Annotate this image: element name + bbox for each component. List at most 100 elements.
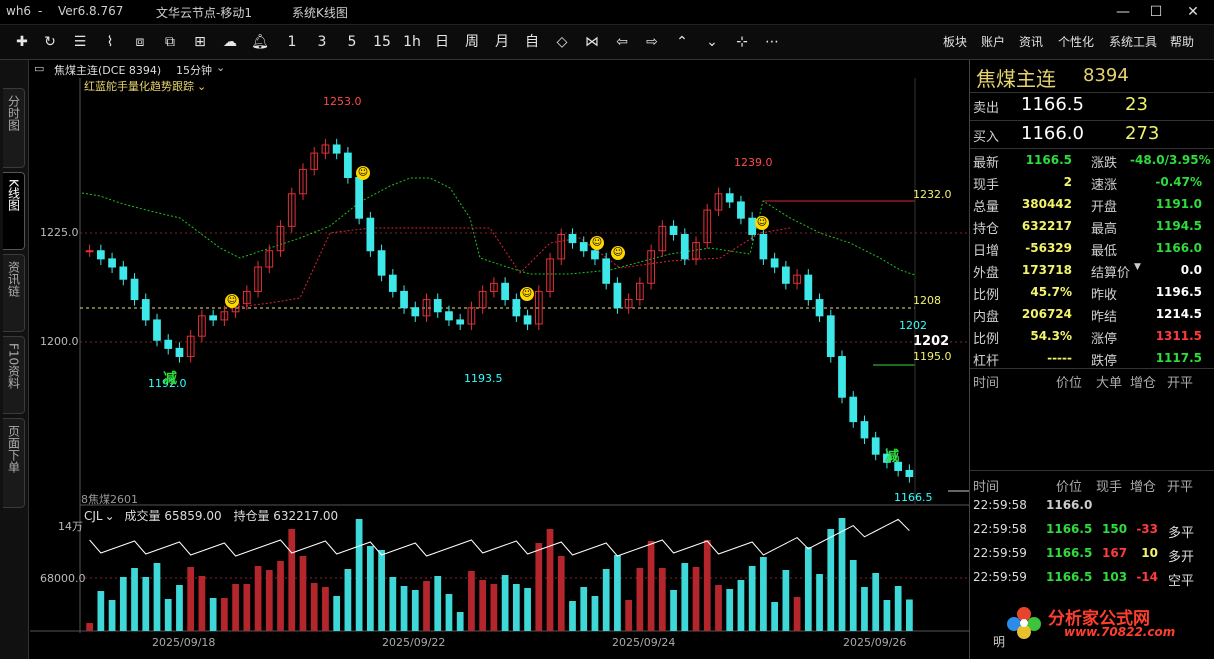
up-chevron-icon[interactable]: ⌃ — [672, 32, 692, 52]
candle — [512, 299, 521, 317]
contract-menu-icon[interactable]: ▭ — [34, 62, 44, 75]
volume-bar — [232, 584, 239, 631]
tick-header-label: 现手 — [1096, 480, 1123, 495]
volume-bar — [670, 590, 677, 631]
candle — [141, 299, 150, 321]
volume-bar — [265, 570, 273, 631]
period-3[interactable]: 3 — [312, 32, 332, 52]
candle — [85, 250, 94, 253]
bell-icon[interactable]: 🔔︎ — [250, 32, 270, 52]
zoom-in-icon[interactable]: ◇ — [552, 32, 572, 52]
tick-header-label: 增仓 — [1130, 376, 1157, 391]
period-day[interactable]: 日 — [432, 32, 452, 52]
volume-bar — [625, 600, 633, 631]
tab-order[interactable]: 页面下单 — [3, 418, 25, 508]
maximize-button[interactable]: ☐ — [1141, 2, 1171, 22]
sell-signal-mark-2: 减 — [885, 449, 899, 465]
tab-timeshare[interactable]: 分时图 — [3, 88, 25, 168]
volume-bar — [703, 540, 711, 631]
settle-dropdown-icon[interactable]: ▼ — [1134, 262, 1141, 272]
tick-open-close: 空平 — [1168, 574, 1195, 589]
candle — [164, 339, 173, 349]
volume-axis-max: 14万 — [58, 520, 83, 533]
app-name: wh6 — [6, 4, 32, 18]
candle — [770, 258, 779, 268]
tab-news-chain[interactable]: 资讯链 — [3, 254, 25, 332]
smiley-signal-icon: ☺ — [356, 166, 370, 180]
candle — [781, 266, 790, 284]
menu-help[interactable]: 帮助 — [1170, 32, 1194, 52]
tab-f10[interactable]: F10资料 — [3, 336, 25, 414]
candle-icon[interactable]: ⧈ — [130, 32, 150, 52]
period-month[interactable]: 月 — [492, 32, 512, 52]
bid-price[interactable]: 1166.0 — [1021, 123, 1084, 144]
left-arrow-icon[interactable]: ⇦ — [612, 32, 632, 52]
volume-bar — [861, 587, 868, 631]
volume-bar — [254, 566, 262, 631]
volume-bar — [176, 585, 183, 631]
menu-personalize[interactable]: 个性化 — [1058, 32, 1094, 52]
period-dropdown-icon[interactable]: ⌄ — [216, 61, 225, 74]
period-custom[interactable]: 自 — [522, 32, 542, 52]
volume-bar — [715, 585, 722, 631]
menu-icon[interactable]: ✚ — [12, 32, 32, 52]
period-week[interactable]: 周 — [462, 32, 482, 52]
volume-dropdown-icon[interactable]: ⌄ — [105, 509, 115, 523]
refresh-icon[interactable]: ↻ — [40, 32, 60, 52]
left-tab-bar: 分时图 K线图 资讯链 F10资料 页面下单 — [0, 60, 29, 659]
smiley-signal-icon: ☺ — [520, 287, 534, 301]
volume-bar — [434, 576, 442, 631]
candle — [568, 233, 577, 244]
right-arrow-icon[interactable]: ⇨ — [642, 32, 662, 52]
menu-sector[interactable]: 板块 — [943, 32, 967, 52]
tick-oi-change: 10 — [1141, 546, 1158, 560]
volume-bar — [827, 529, 835, 631]
volume-bar — [512, 584, 520, 631]
quote-row-value: 1311.5 — [1155, 329, 1202, 343]
volume-bar — [97, 591, 105, 631]
ask-price[interactable]: 1166.5 — [1021, 94, 1084, 115]
list-icon[interactable]: ☰ — [70, 32, 90, 52]
crosshair-icon[interactable]: ⊹ — [732, 32, 752, 52]
period-5[interactable]: 5 — [342, 32, 362, 52]
high2-label: 1239.0 — [734, 156, 773, 169]
candle — [860, 421, 869, 439]
period-15[interactable]: 15 — [372, 32, 392, 52]
period-1[interactable]: 1 — [282, 32, 302, 52]
candle — [96, 250, 105, 260]
cloud-icon[interactable]: ☁ — [220, 32, 240, 52]
line-chart-icon[interactable]: ⌇ — [100, 32, 120, 52]
toolbar: ✚ ↻ ☰ ⌇ ⧈ ⧉ ⊞ ☁ 🔔︎ 1 3 5 15 1h 日 周 月 自 ◇… — [0, 25, 1214, 60]
volume-bar — [816, 574, 823, 631]
volume-bar — [423, 581, 430, 631]
smiley-signal-icon: ☺ — [590, 236, 604, 250]
price-label-1200: 1200.0 — [40, 335, 79, 348]
period-1h[interactable]: 1h — [402, 32, 422, 52]
tick-header-label: 价位 — [1056, 376, 1083, 391]
volume-bar — [355, 519, 363, 631]
candle-alt-icon[interactable]: ⧉ — [160, 32, 180, 52]
grid-icon[interactable]: ⊞ — [190, 32, 210, 52]
menu-news[interactable]: 资讯 — [1019, 32, 1043, 52]
candle — [759, 233, 768, 260]
candle — [669, 225, 678, 235]
kline-chart[interactable] — [30, 78, 970, 633]
menu-account[interactable]: 账户 — [981, 32, 1005, 52]
zoom-out-icon[interactable]: ⋈ — [582, 32, 602, 52]
volume-indicator-name[interactable]: CJL — [84, 509, 103, 523]
level-1202-label: 1202 — [913, 334, 950, 349]
tick-oi-change: -33 — [1136, 522, 1158, 536]
candle — [411, 307, 420, 317]
minimize-button[interactable]: — — [1108, 2, 1138, 22]
volume-bar — [569, 601, 576, 631]
tab-kline[interactable]: K线图 — [3, 172, 25, 250]
bottom-tab[interactable]: 明 — [993, 633, 1005, 650]
down-chevron-icon[interactable]: ⌄ — [702, 32, 722, 52]
watermark: 分析家公式网 www.70822.com — [1004, 604, 1214, 640]
menu-tools[interactable]: 系统工具 — [1109, 32, 1157, 52]
chart-period[interactable]: 15分钟 — [176, 62, 212, 78]
oi-value: 632217.00 — [273, 509, 339, 523]
quote-row-label: 内盘 — [973, 310, 1000, 325]
close-button[interactable]: ✕ — [1178, 2, 1208, 22]
more-icon[interactable]: ⋯ — [762, 32, 782, 52]
